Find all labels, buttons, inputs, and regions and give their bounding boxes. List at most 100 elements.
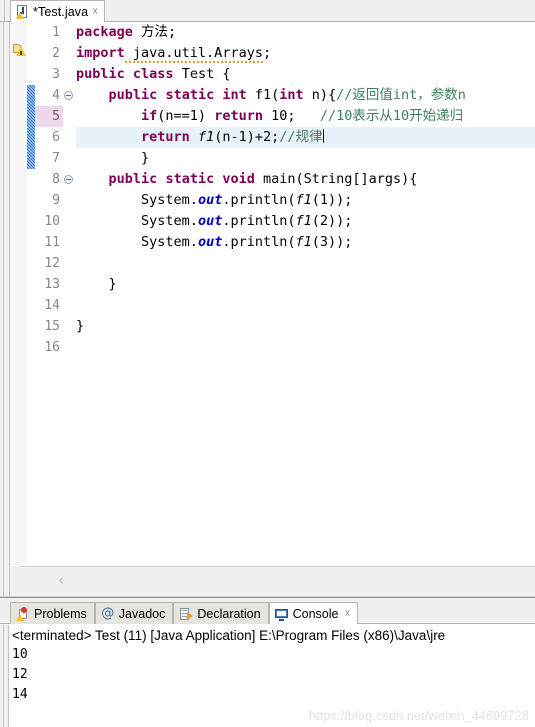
token-keyword: static (165, 87, 215, 103)
fold-cell (63, 127, 76, 148)
line-number: 15 (44, 319, 60, 334)
problems-icon (16, 606, 30, 621)
token-keyword: int (222, 87, 247, 103)
fold-cell (63, 190, 76, 211)
token-text: ; (262, 45, 272, 61)
token-method: f1 (295, 234, 312, 250)
token-field-out: out (197, 234, 223, 250)
code-text[interactable]: package 方法; import java.util.Arrays; pub… (76, 22, 535, 358)
declaration-icon (179, 607, 194, 621)
token-unused-import: java.util.Arrays (124, 45, 263, 63)
code-viewport[interactable]: 1 2 3 4 5 6 7 8 9 10 11 12 13 14 15 16 p… (10, 22, 535, 596)
collapse-icon[interactable] (64, 175, 73, 184)
java-file-warning-icon (16, 4, 29, 19)
code-line-6: return f1(n-1)+2;//规律 (76, 127, 535, 148)
fold-cell (63, 274, 76, 295)
token-keyword: return (214, 108, 263, 124)
code-line-2: import java.util.Arrays; (76, 43, 535, 64)
token-keyword: static (165, 171, 215, 187)
token-keyword: public (108, 87, 158, 103)
code-line-11: System.out.println(f1(3)); (76, 232, 535, 253)
token-text: (2)); (311, 213, 353, 229)
console-icon (274, 607, 289, 621)
tab-label: Javadoc (118, 606, 166, 621)
token-text: (3)); (311, 234, 353, 250)
fold-cell (63, 337, 76, 358)
line-number: 16 (44, 340, 60, 355)
token-keyword: public (108, 171, 158, 187)
token-keyword: if (141, 108, 158, 124)
fold-cell (63, 106, 76, 127)
line-number: 4 (52, 88, 60, 103)
code-line-4: public static int f1(int n){//返回值int，参数n (76, 85, 535, 106)
bottom-view-stack: Problems @ Javadoc Declaration Console ☓ (0, 597, 535, 727)
tab-javadoc[interactable]: @ Javadoc (94, 602, 174, 624)
unused-import-warning-icon[interactable] (12, 43, 26, 57)
token-keyword: package (76, 24, 133, 40)
close-icon[interactable]: ☓ (92, 6, 98, 17)
editor-horizontal-scrollbar[interactable]: ‹ (10, 565, 535, 596)
fold-toggle-line8[interactable] (63, 169, 76, 190)
fold-cell (63, 232, 76, 253)
console-view[interactable]: <terminated> Test (11) [Java Application… (0, 624, 535, 727)
editor-tab-test-java[interactable]: *Test.java ☓ (10, 0, 106, 22)
line-number: 8 (52, 172, 60, 187)
token-text: 10; (262, 108, 320, 124)
code-scroll: 1 2 3 4 5 6 7 8 9 10 11 12 13 14 15 16 p… (10, 22, 535, 566)
console-output-line: 10 (12, 647, 28, 662)
fold-toggle-line4[interactable] (63, 85, 76, 106)
code-line-8: public static void main(String[]args){ (76, 169, 535, 190)
fold-cell (63, 64, 76, 85)
code-line-7: } (76, 150, 150, 166)
console-output-line: 14 (12, 687, 28, 702)
line-number: 9 (52, 193, 60, 208)
token-comment: //10表示从10开始递归 (319, 108, 464, 124)
token-text: (n-1)+2; (214, 129, 280, 145)
token-keyword: import (76, 45, 125, 61)
line-number: 1 (52, 25, 60, 40)
tab-label: Declaration (197, 606, 261, 621)
change-bar-segment (27, 85, 35, 169)
text-caret (322, 129, 324, 143)
line-number: 5 (35, 106, 63, 127)
token-text: System. (141, 213, 198, 229)
console-status-line: <terminated> Test (11) [Java Application… (12, 628, 446, 643)
collapse-icon[interactable] (64, 91, 73, 100)
token-method: f1 (295, 192, 312, 208)
console-content[interactable]: <terminated> Test (11) [Java Application… (9, 625, 535, 727)
token-keyword: return (141, 129, 190, 145)
token-text: f1( (246, 87, 280, 103)
fold-cell (63, 22, 76, 43)
line-number: 6 (52, 130, 60, 145)
token-keyword: class (132, 66, 174, 82)
tab-console[interactable]: Console ☓ (268, 602, 359, 624)
folding-ruler[interactable] (63, 22, 76, 358)
line-number: 2 (52, 46, 60, 61)
annotation-gutter[interactable] (10, 22, 28, 566)
token-keyword: int (279, 87, 304, 103)
token-text: n){ (303, 87, 337, 103)
code-line-10: System.out.println(f1(2)); (76, 211, 535, 232)
token-text: .println( (222, 192, 296, 208)
console-output-line: 12 (12, 667, 28, 682)
token-comment: //返回值int，参数n (336, 87, 466, 103)
editor-side-rail (0, 22, 10, 596)
fold-cell (63, 316, 76, 337)
editor-body: 1 2 3 4 5 6 7 8 9 10 11 12 13 14 15 16 p… (0, 22, 535, 596)
token-field-out: out (197, 213, 223, 229)
token-text: System. (141, 192, 198, 208)
tab-problems[interactable]: Problems (10, 602, 95, 624)
line-number: 11 (44, 235, 60, 250)
line-number-ruler: 1 2 3 4 5 6 7 8 9 10 11 12 13 14 15 16 (35, 22, 63, 358)
token-text: (1)); (311, 192, 353, 208)
code-line-13: } (76, 276, 117, 292)
tab-declaration[interactable]: Declaration (173, 602, 269, 624)
line-number: 7 (52, 151, 60, 166)
close-icon[interactable]: ☓ (344, 607, 350, 620)
